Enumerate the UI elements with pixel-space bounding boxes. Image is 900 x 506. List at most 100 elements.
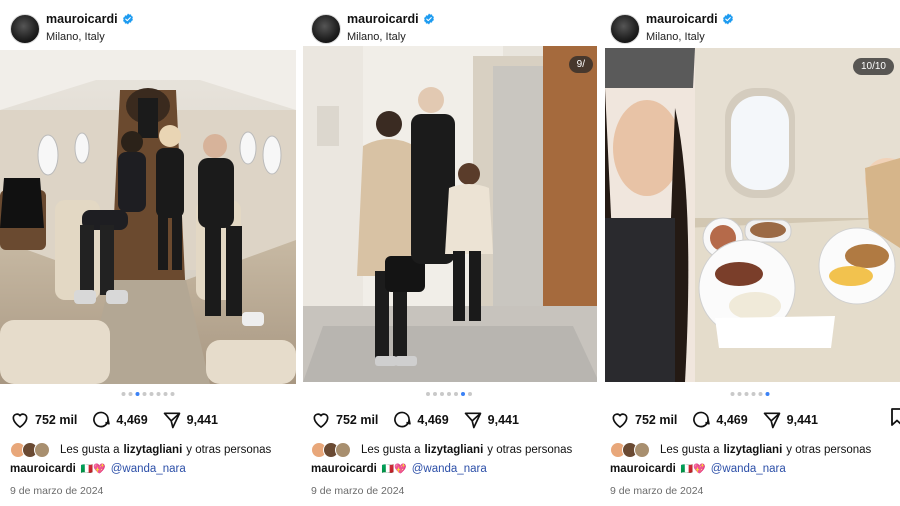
liker-avatars xyxy=(10,442,50,458)
comments-count: 4,469 xyxy=(116,413,148,427)
share-button[interactable]: 9,441 xyxy=(463,410,519,430)
like-button[interactable]: 752 mil xyxy=(311,410,378,430)
carousel-dot xyxy=(751,392,756,396)
carousel-dot xyxy=(758,392,763,396)
likes-count: 752 mil xyxy=(35,413,78,427)
liked-by-prefix: Les gusta a xyxy=(361,444,421,456)
heart-icon xyxy=(12,413,28,429)
liked-by-suffix[interactable]: y otras personas xyxy=(487,444,572,456)
carousel-dot xyxy=(156,392,161,396)
comment-button[interactable]: 4,469 xyxy=(392,410,449,430)
verified-icon xyxy=(423,13,434,25)
carousel-dot xyxy=(163,392,168,396)
post-date: 9 de marzo de 2024 xyxy=(10,485,104,497)
liked-by-prefix: Les gusta a xyxy=(60,444,120,456)
like-button[interactable]: 752 mil xyxy=(610,410,677,430)
action-bar: 752 mil 4,469 9,441 xyxy=(10,410,218,430)
caption: mauroicardi 🇮🇹💖 @wanda_nara xyxy=(10,463,186,475)
liked-by: Les gusta a lizytagliani y otras persona… xyxy=(311,442,572,458)
caption-mention[interactable]: @wanda_nara xyxy=(711,463,786,475)
carousel-dot xyxy=(447,392,451,396)
share-icon xyxy=(163,412,181,429)
comment-icon xyxy=(693,411,711,428)
jet-cabin-image xyxy=(0,50,296,384)
verified-icon xyxy=(722,13,733,25)
post-card: mauroicardi Milano, Italy xyxy=(600,0,900,506)
username[interactable]: mauroicardi xyxy=(347,12,419,26)
carousel-dot xyxy=(440,392,444,396)
carousel-counter: 10/10 xyxy=(852,58,894,75)
liked-by: Les gusta a lizytagliani y otras persona… xyxy=(10,442,271,458)
post-photo[interactable] xyxy=(0,50,296,384)
post-header: mauroicardi Milano, Italy xyxy=(301,8,597,48)
liked-by-suffix[interactable]: y otras personas xyxy=(786,444,871,456)
avatar[interactable] xyxy=(610,14,640,44)
caption-emoji: 🇮🇹💖 xyxy=(680,463,706,475)
post-header: mauroicardi Milano, Italy xyxy=(0,8,296,48)
avatar[interactable] xyxy=(10,14,40,44)
shares-count: 9,441 xyxy=(786,413,818,427)
elevator-image xyxy=(303,46,597,382)
liked-by-suffix[interactable]: y otras personas xyxy=(186,444,271,456)
like-button[interactable]: 752 mil xyxy=(10,410,77,430)
liked-by: Les gusta a lizytagliani y otras persona… xyxy=(610,442,871,458)
location[interactable]: Milano, Italy xyxy=(46,31,105,43)
caption-username[interactable]: mauroicardi xyxy=(10,463,76,475)
share-icon xyxy=(763,412,781,429)
carousel-dot xyxy=(149,392,154,396)
heart-icon xyxy=(612,413,628,429)
comment-icon xyxy=(93,411,111,428)
caption: mauroicardi 🇮🇹💖 @wanda_nara xyxy=(311,463,487,475)
post-photo[interactable]: 9/ xyxy=(303,46,597,382)
avatar[interactable] xyxy=(311,14,341,44)
caption-emoji: 🇮🇹💖 xyxy=(381,463,407,475)
comments-count: 4,469 xyxy=(716,413,748,427)
carousel-dots xyxy=(426,392,472,396)
comments-count: 4,469 xyxy=(417,413,449,427)
bookmark-icon[interactable] xyxy=(890,408,900,426)
comment-button[interactable]: 4,469 xyxy=(691,410,748,430)
post-card: mauroicardi Milano, Italy xyxy=(301,0,597,506)
caption-mention[interactable]: @wanda_nara xyxy=(412,463,487,475)
carousel-dots xyxy=(121,392,175,396)
carousel-dot-active xyxy=(765,392,770,396)
carousel-dot xyxy=(128,392,133,396)
inflight-meal-image xyxy=(605,48,900,382)
comment-button[interactable]: 4,469 xyxy=(91,410,148,430)
username[interactable]: mauroicardi xyxy=(646,12,718,26)
share-button[interactable]: 9,441 xyxy=(762,410,818,430)
carousel-dot xyxy=(121,392,126,396)
carousel-dot xyxy=(730,392,735,396)
caption-username[interactable]: mauroicardi xyxy=(311,463,377,475)
carousel-dot-active xyxy=(461,392,465,396)
carousel-dot xyxy=(468,392,472,396)
liked-by-user[interactable]: lizytagliani xyxy=(123,444,182,456)
shares-count: 9,441 xyxy=(487,413,519,427)
avatar xyxy=(634,442,650,458)
carousel-dot xyxy=(744,392,749,396)
post-date: 9 de marzo de 2024 xyxy=(311,485,405,497)
avatar xyxy=(335,442,351,458)
liked-by-user[interactable]: lizytagliani xyxy=(424,444,483,456)
caption-username[interactable]: mauroicardi xyxy=(610,463,676,475)
username[interactable]: mauroicardi xyxy=(46,12,118,26)
carousel-dot-active xyxy=(135,392,140,396)
liker-avatars xyxy=(311,442,351,458)
liked-by-user[interactable]: lizytagliani xyxy=(723,444,782,456)
action-bar: 752 mil 4,469 9,441 xyxy=(610,410,818,430)
carousel-dots xyxy=(730,392,770,396)
shares-count: 9,441 xyxy=(186,413,218,427)
action-bar: 752 mil 4,469 9,441 xyxy=(311,410,519,430)
share-button[interactable]: 9,441 xyxy=(162,410,218,430)
heart-icon xyxy=(313,413,329,429)
post-date: 9 de marzo de 2024 xyxy=(610,485,704,497)
caption-mention[interactable]: @wanda_nara xyxy=(111,463,186,475)
location[interactable]: Milano, Italy xyxy=(347,31,406,43)
caption: mauroicardi 🇮🇹💖 @wanda_nara xyxy=(610,463,786,475)
post-header: mauroicardi Milano, Italy xyxy=(600,8,900,48)
liker-avatars xyxy=(610,442,650,458)
carousel-dot xyxy=(454,392,458,396)
post-photo[interactable]: 10/10 xyxy=(605,48,900,382)
liked-by-prefix: Les gusta a xyxy=(660,444,720,456)
location[interactable]: Milano, Italy xyxy=(646,31,705,43)
